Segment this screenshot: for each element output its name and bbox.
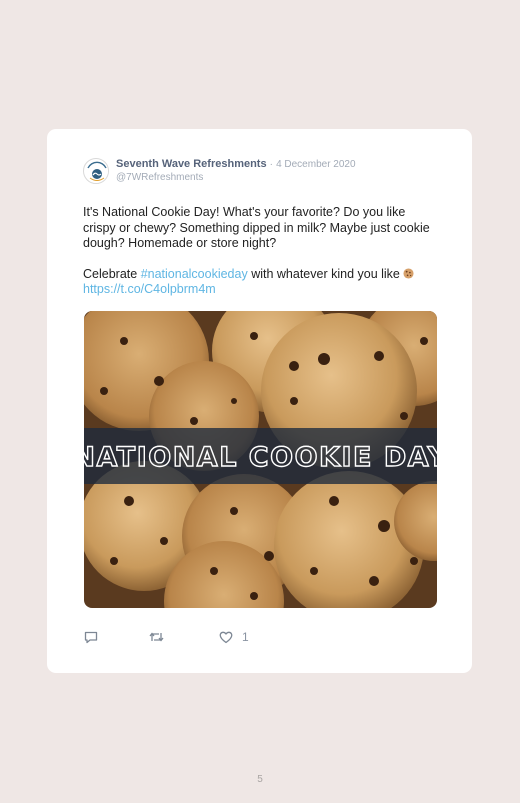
tweet-header: Seventh Wave Refreshments · 4 December 2… xyxy=(116,158,356,184)
heart-icon xyxy=(219,631,233,644)
retweet-button[interactable] xyxy=(148,629,165,645)
tweet-image[interactable]: NATIONAL COOKIE DAY xyxy=(84,311,437,608)
tweet-url-link[interactable]: https://t.co/C4olpbrm4m xyxy=(83,282,216,296)
author-name[interactable]: Seventh Wave Refreshments xyxy=(116,158,267,170)
tweet-card: Seventh Wave Refreshments · 4 December 2… xyxy=(47,129,472,673)
paragraph-2-text-start: Celebrate xyxy=(83,266,141,281)
paragraph-2-text-end: with whatever kind you like xyxy=(247,266,404,281)
page-number: 5 xyxy=(257,774,263,785)
author-line: Seventh Wave Refreshments · 4 December 2… xyxy=(116,158,356,171)
tweet-paragraph-1: It's National Cookie Day! What's your fa… xyxy=(83,205,430,250)
seventh-wave-logo xyxy=(85,160,108,183)
tweet-actions: 1 xyxy=(83,629,283,647)
cookie-emoji-icon xyxy=(403,267,414,279)
tweet-text: It's National Cookie Day! What's your fa… xyxy=(83,205,438,298)
tweet-date[interactable]: 4 December 2020 xyxy=(276,159,356,170)
header-separator: · xyxy=(269,159,273,170)
reply-icon xyxy=(84,631,98,644)
hashtag-link[interactable]: #nationalcookieday xyxy=(141,267,248,281)
author-avatar[interactable] xyxy=(83,158,109,184)
like-button[interactable]: 1 xyxy=(218,629,249,645)
reply-button[interactable] xyxy=(83,629,99,645)
retweet-icon xyxy=(149,632,164,642)
tweet-paragraph-2: Celebrate #nationalcookieday with whatev… xyxy=(83,267,438,298)
author-handle[interactable]: @7WRefreshments xyxy=(116,171,356,184)
image-banner-text: NATIONAL COOKIE DAY xyxy=(84,442,437,473)
cookies-photo: NATIONAL COOKIE DAY xyxy=(84,311,437,608)
like-count: 1 xyxy=(242,630,249,644)
